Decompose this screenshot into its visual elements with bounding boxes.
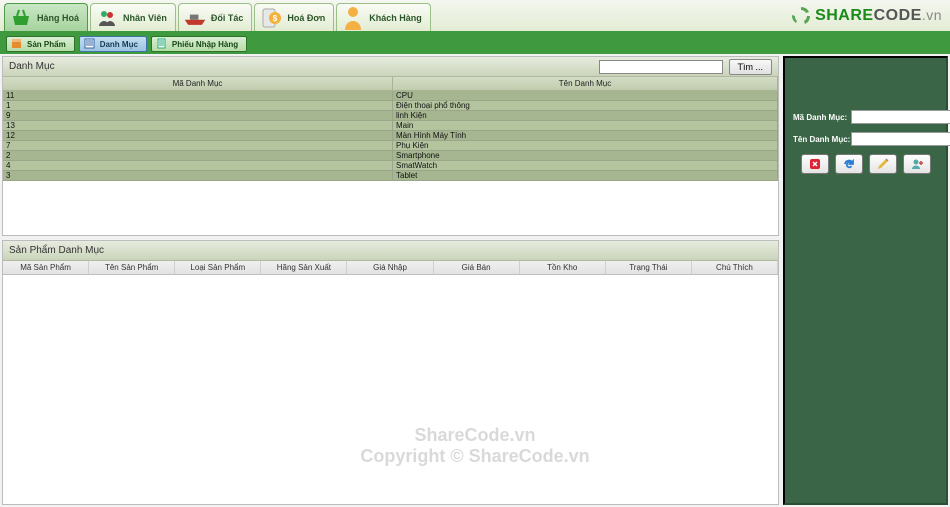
invoice-icon: $	[259, 6, 283, 30]
svg-text:$: $	[273, 14, 278, 23]
cell-ma: 4	[3, 161, 393, 170]
category-panel: Danh Mục Tìm ... Mã Danh Mục Tên Danh Mụ…	[2, 56, 779, 236]
field-row-ten: Tên Danh Mục:	[793, 132, 938, 146]
subtab-phieunhap[interactable]: Phiếu Nhập Hàng	[151, 36, 247, 52]
subtab-danhmuc[interactable]: Danh Mục	[79, 36, 147, 52]
column-header[interactable]: Chú Thích	[692, 261, 778, 274]
nav-tab-label: Đối Tác	[211, 13, 244, 23]
cell-ten: Phụ Kiện	[393, 141, 778, 150]
cell-ten: Điện thoại phổ thông	[393, 101, 778, 110]
pencil-icon	[876, 157, 890, 171]
edit-button[interactable]	[869, 154, 897, 174]
main-area: Danh Mục Tìm ... Mã Danh Mục Tên Danh Mụ…	[0, 54, 950, 507]
nav-tab-label: Khách Hàng	[369, 13, 422, 23]
box-icon	[11, 38, 23, 50]
product-panel: Sản Phẩm Danh Mục Mã Sản PhẩmTên Sản Phẩ…	[2, 240, 779, 505]
input-ma-danhmuc[interactable]	[851, 110, 950, 124]
table-row[interactable]: 9linh Kiện	[3, 111, 778, 121]
logo: SHARECODE.vn	[790, 0, 950, 31]
nav-tab-hanghoa[interactable]: Hàng Hoá	[4, 3, 88, 31]
input-ten-danhmuc[interactable]	[851, 132, 950, 146]
subtab-label: Danh Mục	[100, 40, 138, 49]
refresh-button[interactable]	[835, 154, 863, 174]
field-label-ten: Tên Danh Mục:	[793, 135, 851, 144]
column-header[interactable]: Loại Sản Phẩm	[175, 261, 261, 274]
refresh-icon	[842, 157, 856, 171]
nav-tab-label: Nhân Viên	[123, 13, 167, 23]
table-row[interactable]: 11CPU	[3, 91, 778, 101]
delete-icon	[808, 157, 822, 171]
cell-ten: Smartphone	[393, 151, 778, 160]
cell-ten: Tablet	[393, 171, 778, 180]
nav-tab-nhanvien[interactable]: Nhân Viên	[90, 3, 176, 31]
find-button[interactable]: Tìm ...	[729, 59, 773, 75]
cell-ma: 13	[3, 121, 393, 130]
panel-title: Sản Phẩm Danh Mục	[9, 245, 104, 256]
nav-tab-doitac[interactable]: Đối Tác	[178, 3, 253, 31]
product-panel-head: Sản Phẩm Danh Mục	[3, 241, 778, 261]
cell-ten: SmatWatch	[393, 161, 778, 170]
cell-ma: 9	[3, 111, 393, 120]
list-icon	[84, 38, 96, 50]
people-icon	[95, 6, 119, 30]
add-button[interactable]	[903, 154, 931, 174]
category-panel-head: Danh Mục Tìm ...	[3, 57, 778, 77]
ship-icon	[183, 6, 207, 30]
column-header[interactable]: Mã Sản Phẩm	[3, 261, 89, 274]
sub-nav: Sản Phẩm Danh Mục Phiếu Nhập Hàng	[0, 34, 950, 54]
column-header[interactable]: Hãng Sản Xuất	[261, 261, 347, 274]
cell-ten: Main	[393, 121, 778, 130]
top-nav: Hàng Hoá Nhân Viên Đối Tác $ Hoá Đơn Khá…	[0, 0, 950, 34]
column-header-ma[interactable]: Mã Danh Mục	[3, 77, 393, 90]
column-header-ten[interactable]: Tên Danh Mục	[393, 77, 778, 90]
cell-ten: CPU	[393, 91, 778, 100]
nav-tab-label: Hoá Đơn	[287, 13, 325, 23]
product-column-headers: Mã Sản PhẩmTên Sản PhẩmLoại Sản PhẩmHãng…	[3, 261, 778, 275]
cell-ma: 3	[3, 171, 393, 180]
sidebar: Mã Danh Mục: Tên Danh Mục:	[783, 56, 948, 505]
category-column-headers: Mã Danh Mục Tên Danh Mục	[3, 77, 778, 91]
cell-ma: 11	[3, 91, 393, 100]
delete-button[interactable]	[801, 154, 829, 174]
cell-ten: Màn Hình Máy Tính	[393, 131, 778, 140]
subtab-label: Phiếu Nhập Hàng	[172, 40, 238, 49]
logo-text: SHARECODE.vn	[815, 7, 942, 25]
field-row-ma: Mã Danh Mục:	[793, 110, 938, 124]
action-row	[793, 154, 938, 174]
column-header[interactable]: Trạng Thái	[606, 261, 692, 274]
table-row[interactable]: 13Main	[3, 121, 778, 131]
product-table-body[interactable]	[3, 275, 778, 504]
add-user-icon	[910, 157, 924, 171]
nav-tab-label: Hàng Hoá	[37, 13, 79, 23]
cell-ten: linh Kiện	[393, 111, 778, 120]
panel-title: Danh Mục	[9, 61, 55, 72]
table-row[interactable]: 2Smartphone	[3, 151, 778, 161]
cell-ma: 12	[3, 131, 393, 140]
subtab-label: Sản Phẩm	[27, 40, 66, 49]
subtab-sanpham[interactable]: Sản Phẩm	[6, 36, 75, 52]
recycle-icon	[790, 5, 812, 27]
receipt-icon	[156, 38, 168, 50]
column-header[interactable]: Tồn Kho	[520, 261, 606, 274]
nav-tab-khachhang[interactable]: Khách Hàng	[336, 3, 431, 31]
nav-tab-hoadon[interactable]: $ Hoá Đơn	[254, 3, 334, 31]
person-icon	[341, 6, 365, 30]
table-row[interactable]: 4SmatWatch	[3, 161, 778, 171]
search-input[interactable]	[599, 60, 723, 74]
column-header[interactable]: Giá Nhập	[347, 261, 433, 274]
cell-ma: 2	[3, 151, 393, 160]
column-header[interactable]: Giá Bán	[434, 261, 520, 274]
table-row[interactable]: 1Điện thoại phổ thông	[3, 101, 778, 111]
field-label-ma: Mã Danh Mục:	[793, 113, 851, 122]
basket-icon	[9, 6, 33, 30]
table-row[interactable]: 12Màn Hình Máy Tính	[3, 131, 778, 141]
table-row[interactable]: 7Phụ Kiện	[3, 141, 778, 151]
table-row[interactable]: 3Tablet	[3, 171, 778, 181]
column-header[interactable]: Tên Sản Phẩm	[89, 261, 175, 274]
cell-ma: 1	[3, 101, 393, 110]
category-table-body[interactable]: 11CPU1Điện thoại phổ thông9linh Kiện13Ma…	[3, 91, 778, 235]
cell-ma: 7	[3, 141, 393, 150]
content-column: Danh Mục Tìm ... Mã Danh Mục Tên Danh Mụ…	[2, 56, 779, 505]
